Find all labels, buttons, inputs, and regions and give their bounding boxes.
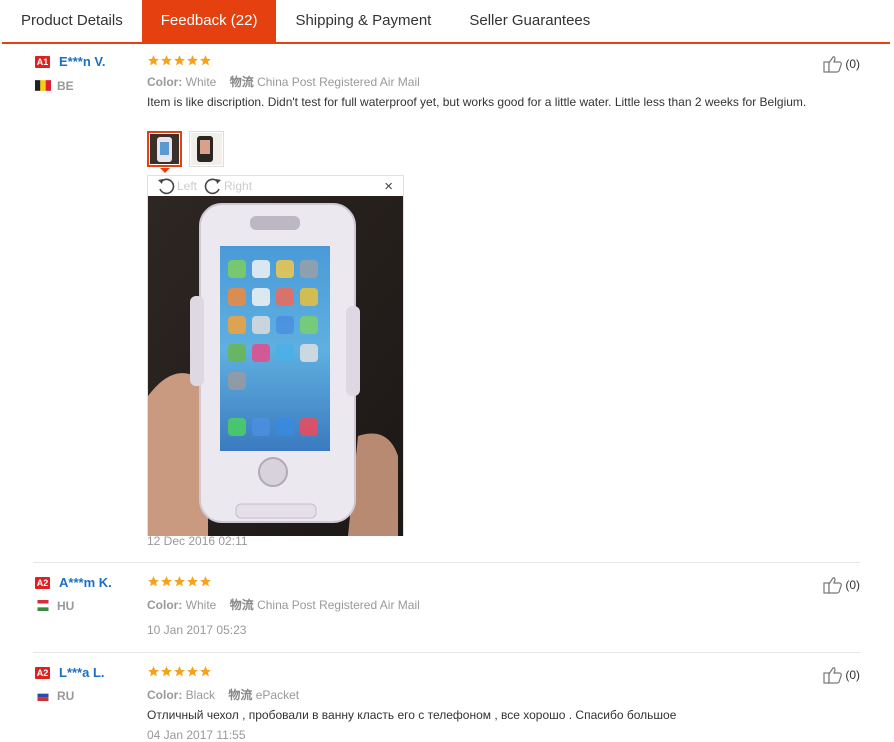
thumbs-up-icon bbox=[823, 56, 843, 73]
star-icon bbox=[200, 55, 211, 66]
star-icon bbox=[187, 666, 198, 677]
helpful-count: (0) bbox=[845, 578, 860, 592]
image-viewer: Left Right × bbox=[147, 175, 404, 536]
shipping-method: China Post Registered Air Mail bbox=[257, 598, 420, 612]
flag-ru-icon bbox=[37, 690, 49, 701]
buyer-name[interactable]: A***m K. bbox=[59, 575, 112, 590]
color-value: Black bbox=[185, 688, 216, 702]
helpful-count: (0) bbox=[845, 57, 860, 71]
review-item: A2 A***m K. HU Color: White 物流 China Pos… bbox=[33, 574, 860, 644]
buyer-country: RU bbox=[57, 689, 75, 703]
review-text: Item is like discription. Didn't test fo… bbox=[147, 95, 807, 109]
review-date: 12 Dec 2016 02:11 bbox=[147, 534, 248, 548]
review-text: Отличный чехол , пробовали в ванну класт… bbox=[147, 708, 677, 722]
helpful-vote[interactable]: (0) bbox=[823, 666, 860, 684]
star-icon bbox=[200, 576, 211, 587]
viewer-toolbar: Left Right × bbox=[148, 176, 403, 196]
star-rating bbox=[147, 575, 212, 588]
close-viewer-button[interactable]: × bbox=[384, 178, 393, 195]
star-rating bbox=[147, 665, 212, 678]
star-icon bbox=[161, 666, 172, 677]
buyer-level-badge: A2 bbox=[35, 667, 50, 679]
review-photo bbox=[148, 196, 403, 536]
star-icon bbox=[161, 55, 172, 66]
buyer-name[interactable]: L***a L. bbox=[59, 665, 105, 680]
flag-hu-icon bbox=[37, 600, 49, 611]
rotate-right-button[interactable]: Right bbox=[203, 177, 252, 195]
divider bbox=[33, 562, 860, 563]
divider bbox=[33, 652, 860, 653]
buyer-name[interactable]: E***n V. bbox=[59, 54, 106, 69]
order-attributes: Color: White 物流 China Post Registered Ai… bbox=[147, 598, 420, 612]
helpful-count: (0) bbox=[845, 668, 860, 682]
star-icon bbox=[200, 666, 211, 677]
buyer-country: BE bbox=[57, 79, 74, 93]
rotate-right-icon bbox=[204, 178, 222, 195]
star-icon bbox=[174, 666, 185, 677]
tab-product-details[interactable]: Product Details bbox=[2, 0, 142, 42]
flag-be-icon bbox=[35, 80, 51, 91]
product-tabs: Product Details Feedback (22) Shipping &… bbox=[2, 0, 890, 44]
tab-shipping-payment[interactable]: Shipping & Payment bbox=[276, 0, 450, 42]
review-thumbnail[interactable] bbox=[189, 131, 224, 167]
shipping-method: China Post Registered Air Mail bbox=[257, 75, 420, 89]
star-icon bbox=[161, 576, 172, 587]
review-date: 10 Jan 2017 05:23 bbox=[147, 623, 247, 637]
star-icon bbox=[174, 576, 185, 587]
star-icon bbox=[148, 55, 159, 66]
review-date: 04 Jan 2017 11:55 bbox=[147, 728, 246, 742]
buyer-country: HU bbox=[57, 599, 75, 613]
tab-feedback[interactable]: Feedback (22) bbox=[141, 0, 277, 42]
helpful-vote[interactable]: (0) bbox=[823, 576, 860, 594]
thumbs-up-icon bbox=[823, 577, 843, 594]
review-item: A2 L***a L. RU Color: Black 物流 ePacket О… bbox=[33, 664, 860, 742]
star-icon bbox=[148, 576, 159, 587]
helpful-vote[interactable]: (0) bbox=[823, 55, 860, 73]
star-icon bbox=[174, 55, 185, 66]
shipping-method: ePacket bbox=[255, 688, 300, 702]
star-icon bbox=[187, 576, 198, 587]
star-icon bbox=[148, 666, 159, 677]
order-attributes: Color: White 物流 China Post Registered Ai… bbox=[147, 75, 420, 89]
tab-seller-guarantees[interactable]: Seller Guarantees bbox=[450, 0, 609, 42]
order-attributes: Color: Black 物流 ePacket bbox=[147, 688, 300, 702]
buyer-level-badge: A2 bbox=[35, 577, 50, 589]
star-rating bbox=[147, 54, 212, 67]
color-value: White bbox=[185, 75, 217, 89]
buyer-level-badge: A1 bbox=[35, 56, 50, 68]
color-value: White bbox=[185, 598, 217, 612]
review-item: A1 E***n V. BE Color: White 物流 China Pos… bbox=[33, 53, 860, 553]
rotate-left-button[interactable]: Left bbox=[156, 177, 197, 195]
thumbs-up-icon bbox=[823, 667, 843, 684]
rotate-left-icon bbox=[158, 178, 175, 195]
selected-thumb-pointer bbox=[160, 168, 170, 173]
review-thumbnail[interactable] bbox=[147, 131, 182, 167]
star-icon bbox=[187, 55, 198, 66]
review-thumbnails bbox=[147, 131, 224, 167]
